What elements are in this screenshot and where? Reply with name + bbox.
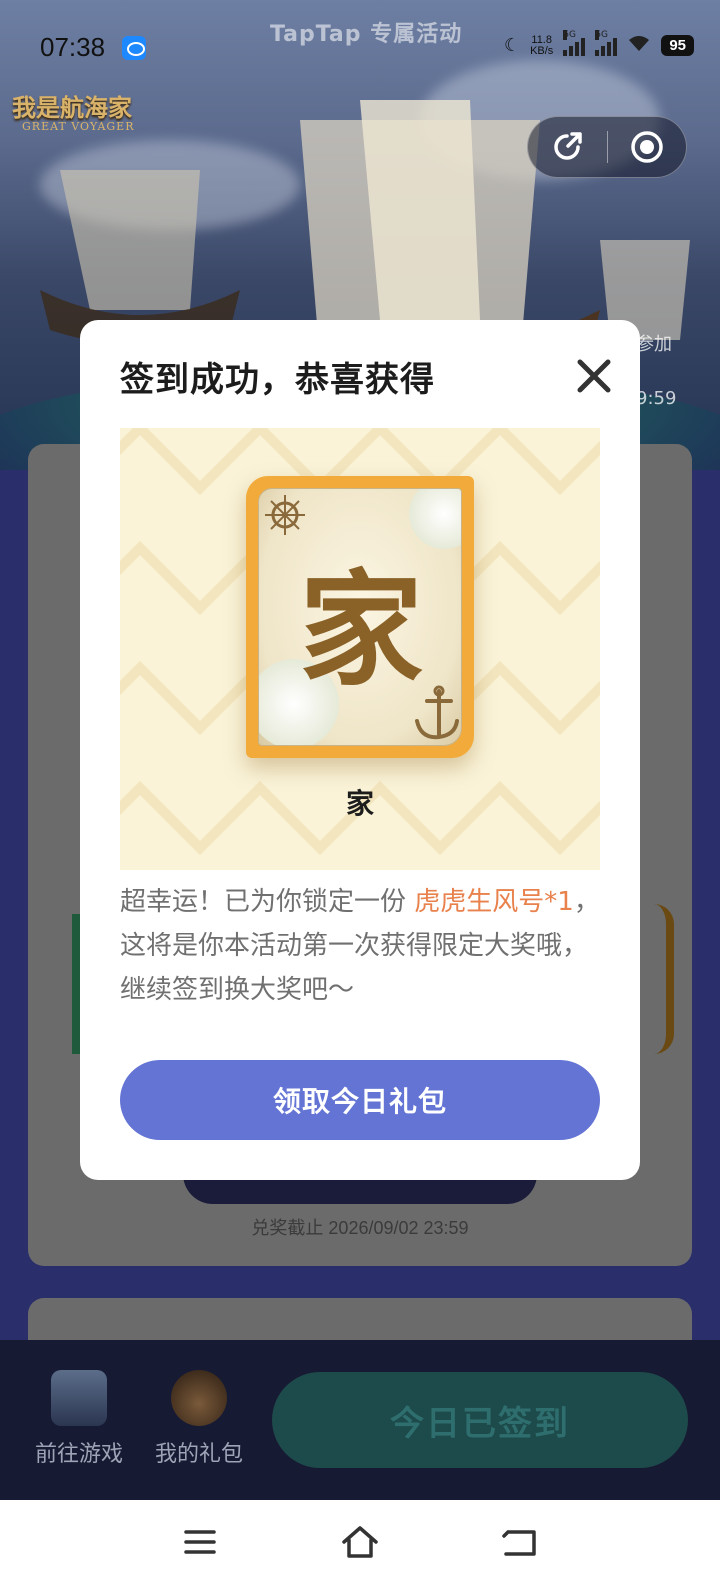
close-icon <box>577 359 611 393</box>
card-character: 家 <box>298 558 423 703</box>
status-indicators: ☾ 11.8 KB/s 5G 5G 95 <box>503 29 694 57</box>
modal-title: 签到成功，恭喜获得 <box>120 360 435 400</box>
battery-indicator: 95 <box>661 35 694 56</box>
reward-display: 家 家 <box>120 428 600 870</box>
do-not-disturb-icon: ☾ <box>503 35 521 56</box>
game-logo: 我是航海家 <box>12 93 132 122</box>
wifi-icon <box>627 34 651 57</box>
home-icon[interactable] <box>340 1522 380 1562</box>
status-time: 07:38 <box>40 32 106 62</box>
card-decoration <box>634 904 674 1054</box>
go-to-game-button[interactable]: 前往游戏 <box>24 1370 134 1468</box>
system-navigation-bar <box>0 1500 720 1584</box>
reward-card: 家 <box>246 476 474 758</box>
target-icon <box>631 131 663 163</box>
close-miniprogram-button[interactable] <box>608 116 687 178</box>
signin-success-modal: 签到成功，恭喜获得 家 家 超幸运！已为你锁定一份 虎虎生风号*1，这将是你本活… <box>80 320 640 1180</box>
gift-avatar <box>171 1370 227 1426</box>
signal-icon: 5G <box>595 29 618 56</box>
game-logo-subtitle: GREAT VOYAGER <box>22 120 135 133</box>
app-notification-icon <box>122 36 146 60</box>
join-label: 参加 <box>636 334 672 355</box>
reward-card-face: 家 <box>258 488 462 746</box>
my-gifts-label: 我的礼包 <box>154 1442 243 1467</box>
my-gifts-button[interactable]: 我的礼包 <box>144 1370 254 1468</box>
back-icon[interactable] <box>500 1522 540 1562</box>
share-button[interactable] <box>528 116 607 178</box>
menu-icon[interactable] <box>180 1522 220 1562</box>
signal-icon: 5G <box>563 29 586 56</box>
bottom-action-bar: 前往游戏 我的礼包 今日已签到 <box>0 1340 720 1500</box>
reward-description: 超幸运！已为你锁定一份 虎虎生风号*1，这将是你本活动第一次获得限定大奖哦，继续… <box>120 887 600 1005</box>
claim-daily-gift-button[interactable]: 领取今日礼包 <box>120 1060 600 1140</box>
mini-program-capsule <box>527 116 687 178</box>
status-bar: 07:38 ☾ 11.8 KB/s 5G 5G 95 <box>0 22 720 74</box>
close-button[interactable] <box>572 354 616 398</box>
network-speed: 11.8 KB/s <box>530 33 554 57</box>
share-icon <box>554 132 582 160</box>
signed-today-button[interactable]: 今日已签到 <box>272 1372 688 1468</box>
go-to-game-label: 前往游戏 <box>34 1442 123 1467</box>
countdown-fragment: 9:59 <box>636 388 677 409</box>
redeem-deadline: 兑奖截止 2026/09/02 23:59 <box>251 1218 469 1238</box>
reward-name: 家 <box>345 787 374 820</box>
reward-highlight: 虎虎生风号*1 <box>414 887 574 917</box>
game-thumbnail <box>51 1370 107 1426</box>
